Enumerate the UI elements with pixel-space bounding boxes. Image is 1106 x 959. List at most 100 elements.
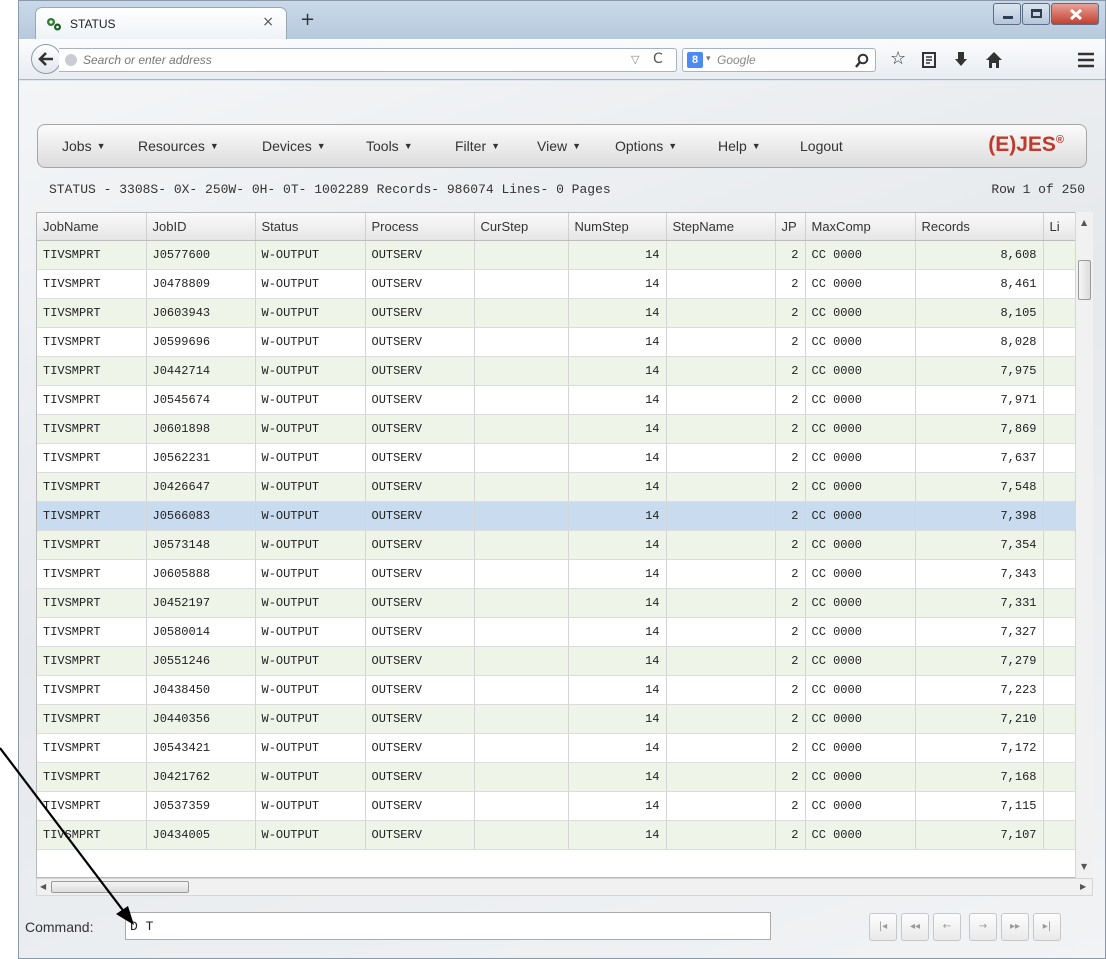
- cell-records: 7,327: [915, 617, 1044, 647]
- minimize-button[interactable]: [993, 3, 1021, 25]
- cell-jobid: J0599696: [146, 327, 256, 357]
- cell-status: W-OUTPUT: [254, 762, 366, 792]
- page-up-button[interactable]: ◂◂: [901, 913, 929, 941]
- cell-maxcomp: CC 0000: [805, 356, 916, 386]
- table-row[interactable]: TIVSMPRT J0580014 W-OUTPUT OUTSERV 14 2 CC 000…: [37, 617, 1092, 647]
- reload-icon[interactable]: C: [653, 51, 663, 67]
- cell-numstep: 14: [568, 356, 667, 386]
- column-header-stepname[interactable]: StepName: [666, 213, 776, 241]
- reading-list-icon[interactable]: [921, 51, 937, 69]
- table-row[interactable]: TIVSMPRT J0562231 W-OUTPUT OUTSERV 14 2 CC 000…: [37, 443, 1092, 473]
- table-row[interactable]: TIVSMPRT J0601898 W-OUTPUT OUTSERV 14 2 CC 000…: [37, 414, 1092, 444]
- column-header-curstep[interactable]: CurStep: [474, 213, 569, 241]
- table-row[interactable]: TIVSMPRT J0545674 W-OUTPUT OUTSERV 14 2 CC 000…: [37, 385, 1092, 415]
- table-row[interactable]: TIVSMPRT J0599696 W-OUTPUT OUTSERV 14 2 CC 000…: [37, 327, 1092, 357]
- table-row[interactable]: TIVSMPRT J0603943 W-OUTPUT OUTSERV 14 2 CC 000…: [37, 298, 1092, 328]
- hamburger-menu-icon[interactable]: [1077, 52, 1095, 68]
- cell-stepname: [666, 820, 776, 850]
- scroll-right-button[interactable]: →: [969, 913, 997, 941]
- search-bar[interactable]: 8 ▾ Google: [682, 48, 876, 72]
- back-button[interactable]: [31, 44, 61, 74]
- search-placeholder: Google: [717, 53, 756, 67]
- cell-records: 7,354: [915, 530, 1044, 560]
- maximize-button[interactable]: [1022, 3, 1050, 25]
- bookmark-star-icon[interactable]: ☆: [890, 48, 906, 70]
- vertical-scrollbar[interactable]: ▲ ▼: [1075, 212, 1093, 878]
- table-row[interactable]: TIVSMPRT J0605888 W-OUTPUT OUTSERV 14 2 CC 000…: [37, 559, 1092, 589]
- search-engine-icon[interactable]: 8: [687, 52, 703, 68]
- table-row[interactable]: TIVSMPRT J0440356 W-OUTPUT OUTSERV 14 2 CC 000…: [37, 704, 1092, 734]
- cell-status: W-OUTPUT: [254, 269, 366, 299]
- table-row[interactable]: TIVSMPRT J0573148 W-OUTPUT OUTSERV 14 2 CC 000…: [37, 530, 1092, 560]
- home-icon[interactable]: [985, 51, 1003, 69]
- table-row[interactable]: TIVSMPRT J0438450 W-OUTPUT OUTSERV 14 2 CC 000…: [37, 675, 1092, 705]
- history-dropdown-icon[interactable]: ▽: [631, 53, 639, 66]
- column-header-jobid[interactable]: JobID: [146, 213, 256, 241]
- scroll-right-icon[interactable]: ▶: [1080, 882, 1086, 891]
- menu-devices-label: Devices: [262, 138, 312, 154]
- column-header-jp[interactable]: JP: [775, 213, 806, 241]
- scroll-up-icon[interactable]: ▲: [1081, 218, 1087, 227]
- new-tab-button[interactable]: +: [300, 11, 315, 29]
- menu-devices[interactable]: Devices ▼: [262, 138, 326, 154]
- table-row[interactable]: TIVSMPRT J0434005 W-OUTPUT OUTSERV 14 2 CC 000…: [37, 820, 1092, 850]
- cell-jobname: TIVSMPRT: [37, 617, 147, 647]
- menu-view[interactable]: View ▼: [537, 138, 581, 154]
- search-icon[interactable]: [855, 53, 869, 69]
- menu-resources[interactable]: Resources ▼: [138, 138, 219, 154]
- menu-logout[interactable]: Logout: [800, 138, 843, 154]
- tab-close-icon[interactable]: ×: [262, 14, 274, 30]
- status-table: JobName JobID Status Process CurStep NumStep S…: [37, 213, 1092, 850]
- column-header-maxcomp[interactable]: MaxComp: [805, 213, 916, 241]
- column-header-process[interactable]: Process: [365, 213, 475, 241]
- cell-numstep: 14: [568, 269, 667, 299]
- table-row[interactable]: TIVSMPRT J0537359 W-OUTPUT OUTSERV 14 2 CC 000…: [37, 791, 1092, 821]
- cell-jp: 2: [775, 327, 806, 357]
- address-bar[interactable]: Search or enter address ▽ C: [59, 48, 677, 72]
- download-icon[interactable]: [954, 51, 968, 69]
- browser-tab[interactable]: STATUS ×: [35, 7, 287, 40]
- table-row[interactable]: TIVSMPRT J0577600 W-OUTPUT OUTSERV 14 2 CC 000…: [37, 240, 1092, 270]
- cell-jobname: TIVSMPRT: [37, 269, 147, 299]
- close-window-button[interactable]: [1051, 3, 1099, 25]
- table-row[interactable]: TIVSMPRT J0426647 W-OUTPUT OUTSERV 14 2 CC 000…: [37, 472, 1092, 502]
- cell-jobname: TIVSMPRT: [37, 791, 147, 821]
- menu-filter[interactable]: Filter ▼: [455, 138, 500, 154]
- command-input[interactable]: [125, 912, 771, 940]
- horizontal-scrollbar[interactable]: ◀ ▶: [36, 878, 1093, 896]
- page-down-button[interactable]: ▸▸: [1001, 913, 1029, 941]
- table-header-row: JobName JobID Status Process CurStep NumStep S…: [37, 213, 1092, 241]
- menu-jobs-label: Jobs: [62, 138, 92, 154]
- scroll-down-icon[interactable]: ▼: [1081, 862, 1087, 871]
- menu-options[interactable]: Options ▼: [615, 138, 677, 154]
- menu-help[interactable]: Help ▼: [718, 138, 761, 154]
- cell-records: 8,028: [915, 327, 1044, 357]
- table-row[interactable]: TIVSMPRT J0566083 W-OUTPUT OUTSERV 14 2 CC 000…: [37, 501, 1092, 531]
- last-page-button[interactable]: ▸|: [1033, 913, 1061, 941]
- scroll-left-button[interactable]: ←: [933, 913, 961, 941]
- caret-down-icon: ▼: [751, 141, 761, 151]
- first-page-button[interactable]: |◂: [869, 913, 897, 941]
- column-header-numstep[interactable]: NumStep: [568, 213, 667, 241]
- back-arrow-icon: [38, 52, 53, 66]
- search-engine-dropdown-icon[interactable]: ▾: [706, 54, 711, 64]
- horizontal-scroll-thumb[interactable]: [51, 881, 189, 893]
- menu-jobs[interactable]: Jobs ▼: [62, 138, 106, 154]
- vertical-scroll-thumb[interactable]: [1078, 260, 1091, 300]
- column-header-status[interactable]: Status: [254, 213, 366, 241]
- table-row[interactable]: TIVSMPRT J0421762 W-OUTPUT OUTSERV 14 2 CC 000…: [37, 762, 1092, 792]
- column-header-records[interactable]: Records: [915, 213, 1044, 241]
- cell-numstep: 14: [568, 675, 667, 705]
- menu-tools[interactable]: Tools ▼: [366, 138, 413, 154]
- table-row[interactable]: TIVSMPRT J0543421 W-OUTPUT OUTSERV 14 2 CC 000…: [37, 733, 1092, 763]
- cell-jobname: TIVSMPRT: [37, 240, 147, 270]
- table-row[interactable]: TIVSMPRT J0478809 W-OUTPUT OUTSERV 14 2 CC 000…: [37, 269, 1092, 299]
- scroll-left-icon[interactable]: ◀: [40, 882, 46, 891]
- table-row[interactable]: TIVSMPRT J0452197 W-OUTPUT OUTSERV 14 2 CC 000…: [37, 588, 1092, 618]
- table-row[interactable]: TIVSMPRT J0551246 W-OUTPUT OUTSERV 14 2 CC 000…: [37, 646, 1092, 676]
- cell-jobid: J0580014: [146, 617, 256, 647]
- column-header-jobname[interactable]: JobName: [37, 213, 147, 241]
- brand-mark: ®: [1055, 134, 1064, 146]
- table-row[interactable]: TIVSMPRT J0442714 W-OUTPUT OUTSERV 14 2 CC 000…: [37, 356, 1092, 386]
- cell-records: 7,331: [915, 588, 1044, 618]
